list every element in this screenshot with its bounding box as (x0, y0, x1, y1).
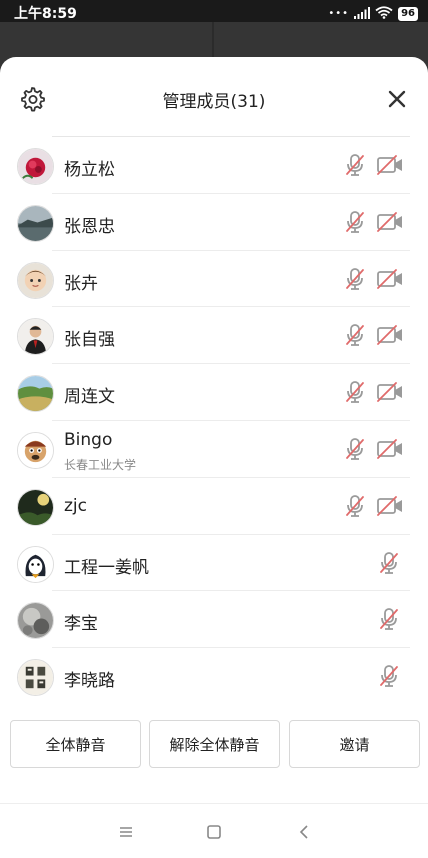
member-row[interactable]: 工程一姜帆 (0, 535, 428, 592)
avatar (17, 602, 54, 640)
camera-off-icon[interactable] (376, 495, 404, 517)
camera-off-icon[interactable] (376, 324, 404, 346)
member-name: 工程一姜帆 (64, 557, 149, 578)
mic-muted-icon[interactable] (344, 380, 366, 404)
system-nav-bar (0, 803, 428, 858)
home-icon[interactable] (204, 822, 224, 842)
mute-all-button[interactable]: 全体静音 (10, 720, 141, 768)
camera-off-icon[interactable] (376, 381, 404, 403)
avatar (17, 318, 54, 356)
back-icon[interactable] (294, 822, 314, 842)
camera-off-icon[interactable] (376, 268, 404, 290)
member-row[interactable]: zjc (0, 478, 428, 535)
member-name: 李宝 (64, 614, 98, 635)
status-bar: 上午8:59 ••• 96 (0, 0, 428, 22)
unmute-all-button[interactable]: 解除全体静音 (149, 720, 280, 768)
battery-indicator: 96 (398, 6, 418, 21)
avatar (17, 261, 54, 299)
member-name: 张恩忠 (64, 216, 115, 237)
camera-off-icon[interactable] (376, 154, 404, 176)
invite-button[interactable]: 邀请 (289, 720, 420, 768)
wifi-icon (375, 4, 393, 23)
camera-off-icon[interactable] (376, 438, 404, 460)
menu-icon[interactable] (116, 822, 136, 842)
member-row[interactable]: 李晓路 (0, 648, 428, 705)
member-row[interactable]: 张恩忠 (0, 194, 428, 251)
avatar (17, 204, 54, 242)
avatar (17, 659, 54, 697)
member-name: 周连文 (64, 387, 115, 408)
sheet-header: 管理成员(31) (0, 57, 428, 137)
member-name: 杨立松 (64, 160, 115, 180)
member-name: Bingo (64, 429, 113, 450)
status-time: 上午8:59 (14, 6, 77, 22)
avatar (17, 148, 54, 185)
member-row[interactable]: 杨立松 (0, 137, 428, 194)
member-name: zjc (64, 495, 87, 516)
page-title: 管理成员(31) (162, 92, 266, 112)
member-row[interactable]: 张自强 (0, 307, 428, 365)
mic-muted-icon[interactable] (378, 664, 400, 688)
mic-muted-icon[interactable] (344, 210, 366, 234)
avatar (17, 545, 54, 583)
avatar (17, 488, 54, 526)
member-row[interactable]: 周连文 (0, 364, 428, 421)
mic-muted-icon[interactable] (378, 607, 400, 631)
mic-muted-icon[interactable] (344, 323, 366, 347)
mic-muted-icon[interactable] (344, 494, 366, 518)
member-name: 张卉 (64, 273, 98, 294)
manage-members-sheet: 管理成员(31) 杨立松 张恩忠 张卉 张自强 周连文 Bingo 长春工业大学… (0, 57, 428, 857)
member-row[interactable]: Bingo 长春工业大学 (0, 421, 428, 478)
member-list: 杨立松 张恩忠 张卉 张自强 周连文 Bingo 长春工业大学 zjc 工程一姜… (0, 137, 428, 705)
close-icon[interactable] (384, 86, 410, 112)
signal-icon (354, 4, 371, 23)
member-name: 张自强 (64, 330, 115, 351)
mic-muted-icon[interactable] (344, 267, 366, 291)
camera-off-icon[interactable] (376, 211, 404, 233)
mic-muted-icon[interactable] (378, 551, 400, 575)
mic-muted-icon[interactable] (344, 437, 366, 461)
notification-dots: ••• (328, 8, 350, 19)
member-organization: 长春工业大学 (64, 457, 137, 472)
avatar (17, 431, 54, 469)
mic-muted-icon[interactable] (344, 153, 366, 177)
avatar (17, 375, 54, 413)
member-row[interactable]: 张卉 (0, 251, 428, 308)
member-name: 李晓路 (64, 671, 115, 692)
member-row[interactable]: 李宝 (0, 591, 428, 649)
